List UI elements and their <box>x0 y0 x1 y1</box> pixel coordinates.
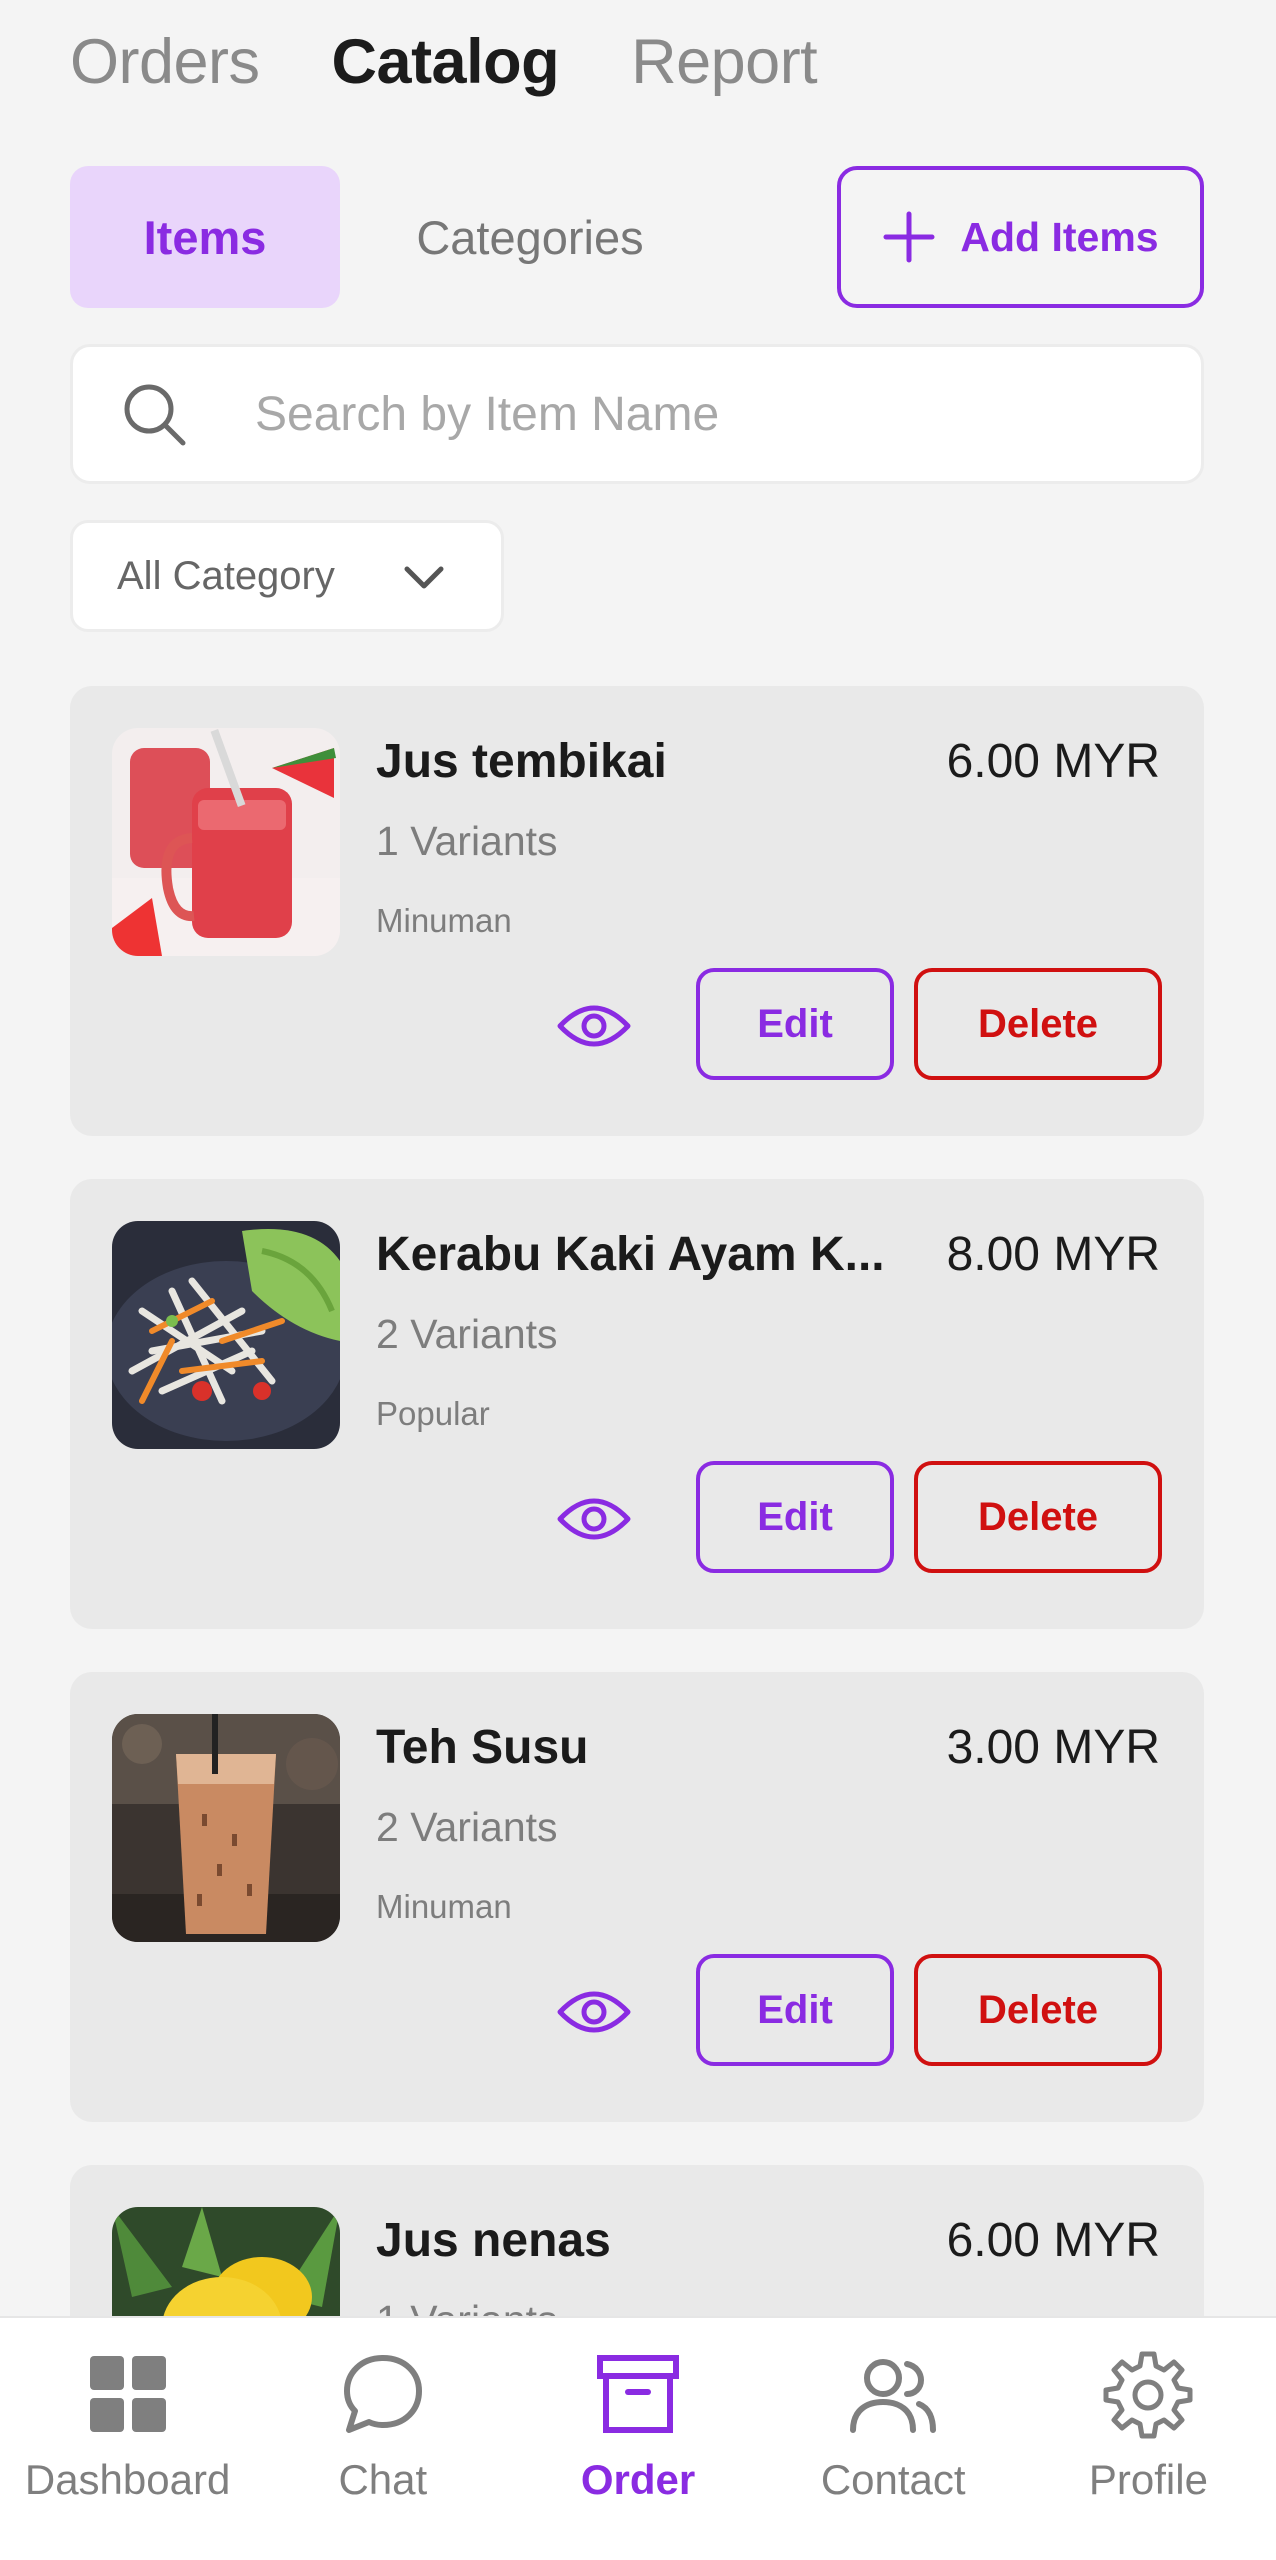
add-items-button[interactable]: Add Items <box>837 166 1204 308</box>
delete-button[interactable]: Delete <box>914 968 1162 1080</box>
tab-report[interactable]: Report <box>631 26 818 98</box>
chat-bubble-icon <box>343 2355 422 2433</box>
plus-icon <box>883 211 935 263</box>
tab-orders[interactable]: Orders <box>70 26 260 98</box>
item-name: Kerabu Kaki Ayam K... <box>376 1228 885 1281</box>
item-variants: 1 Variants <box>376 818 558 864</box>
item-price: 6.00 MYR <box>946 2214 1160 2267</box>
nav-label: Contact <box>820 2456 966 2503</box>
archive-box-icon <box>597 2355 679 2433</box>
item-image-milk-tea <box>112 1714 340 1942</box>
search-bar <box>70 344 1204 484</box>
segment-categories[interactable]: Categories <box>360 166 700 308</box>
item-name: Jus tembikai <box>376 735 667 788</box>
edit-button[interactable]: Edit <box>696 1954 894 2066</box>
nav-label: Profile <box>1088 2456 1208 2503</box>
item-variants: 2 Variants <box>376 1311 558 1357</box>
edit-button[interactable]: Edit <box>696 968 894 1080</box>
nav-dashboard[interactable]: Dashboard <box>0 2318 255 2560</box>
item-name: Jus nenas <box>376 2214 611 2267</box>
item-price: 6.00 MYR <box>946 735 1160 788</box>
eye-icon[interactable] <box>556 988 632 1064</box>
nav-contact[interactable]: Contact <box>766 2318 1021 2560</box>
item-price: 8.00 MYR <box>946 1228 1160 1281</box>
search-icon <box>124 384 186 446</box>
bottom-navigation: Dashboard Chat Order Contact Profile <box>0 2316 1276 2560</box>
item-card: Kerabu Kaki Ayam K... 8.00 MYR 2 Variant… <box>70 1179 1204 1629</box>
item-image-watermelon-juice <box>112 728 340 956</box>
item-price: 3.00 MYR <box>946 1721 1160 1774</box>
search-input[interactable] <box>255 386 1155 442</box>
item-category: Minuman <box>376 1888 512 1925</box>
item-category: Popular <box>376 1395 490 1432</box>
category-dropdown[interactable]: All Category <box>70 520 504 632</box>
catalog-screen: Orders Catalog Report Items Categories A… <box>0 0 1276 2560</box>
edit-button[interactable]: Edit <box>696 1461 894 1573</box>
grid-icon <box>89 2356 166 2432</box>
tab-catalog[interactable]: Catalog <box>332 26 560 98</box>
nav-profile[interactable]: Profile <box>1021 2318 1276 2560</box>
category-dropdown-value: All Category <box>117 553 335 598</box>
nav-label: Dashboard <box>24 2456 231 2503</box>
users-icon <box>850 2359 937 2433</box>
item-category: Minuman <box>376 902 512 939</box>
delete-button[interactable]: Delete <box>914 1461 1162 1573</box>
nav-label: Order <box>580 2456 696 2503</box>
item-card: Teh Susu 3.00 MYR 2 Variants Minuman Edi… <box>70 1672 1204 2122</box>
top-tabs: Orders Catalog Report <box>70 22 889 102</box>
item-image-chicken-feet-salad <box>112 1221 340 1449</box>
item-card: Jus tembikai 6.00 MYR 1 Variants Minuman… <box>70 686 1204 1136</box>
chevron-down-icon <box>404 566 444 589</box>
delete-button[interactable]: Delete <box>914 1954 1162 2066</box>
segment-items[interactable]: Items <box>70 166 340 308</box>
nav-chat[interactable]: Chat <box>255 2318 510 2560</box>
nav-order[interactable]: Order <box>510 2318 765 2560</box>
item-variants: 2 Variants <box>376 1804 558 1850</box>
nav-label: Chat <box>338 2456 428 2503</box>
add-items-label: Add Items <box>960 213 1159 260</box>
eye-icon[interactable] <box>556 1974 632 2050</box>
gear-icon <box>1103 2351 1193 2439</box>
item-name: Teh Susu <box>376 1721 589 1774</box>
items-list: Jus tembikai 6.00 MYR 1 Variants Minuman… <box>70 686 1204 2560</box>
eye-icon[interactable] <box>556 1481 632 1557</box>
